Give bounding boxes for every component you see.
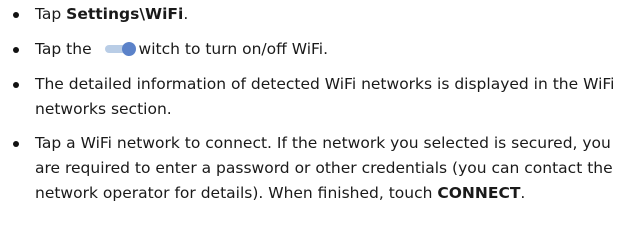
step-4-text: Tap a WiFi network to connect. If the ne…	[35, 134, 613, 202]
toggle-switch-icon	[103, 42, 139, 56]
step-3-text: The detailed information of detected WiF…	[35, 75, 615, 118]
bullet-icon	[13, 12, 19, 18]
bullet-icon	[13, 82, 19, 88]
bullet-icon	[13, 141, 19, 147]
list-item-toggle-wifi: Tap the witch to turn on/off WiFi.	[0, 37, 642, 62]
document-page: Tap Settings\WiFi. Tap the witch to turn…	[0, 0, 642, 246]
step-1-settings-path: Settings\WiFi	[66, 5, 184, 23]
step-4-suffix: .	[520, 184, 526, 202]
list-item-connect-network: Tap a WiFi network to connect. If the ne…	[0, 131, 642, 206]
instruction-list: Tap Settings\WiFi. Tap the witch to turn…	[0, 2, 642, 216]
step-1-suffix: .	[183, 5, 189, 23]
list-item-tap-settings-wifi: Tap Settings\WiFi.	[0, 2, 642, 27]
list-item-network-info: The detailed information of detected WiF…	[0, 72, 642, 122]
bullet-icon	[13, 47, 19, 53]
step-1-prefix: Tap	[35, 5, 67, 23]
switch-thumb	[121, 42, 136, 56]
step-2-prefix: Tap the	[35, 40, 97, 58]
step-4-connect-label: CONNECT	[437, 184, 521, 202]
step-2-suffix: witch to turn on/off WiFi.	[138, 40, 329, 58]
